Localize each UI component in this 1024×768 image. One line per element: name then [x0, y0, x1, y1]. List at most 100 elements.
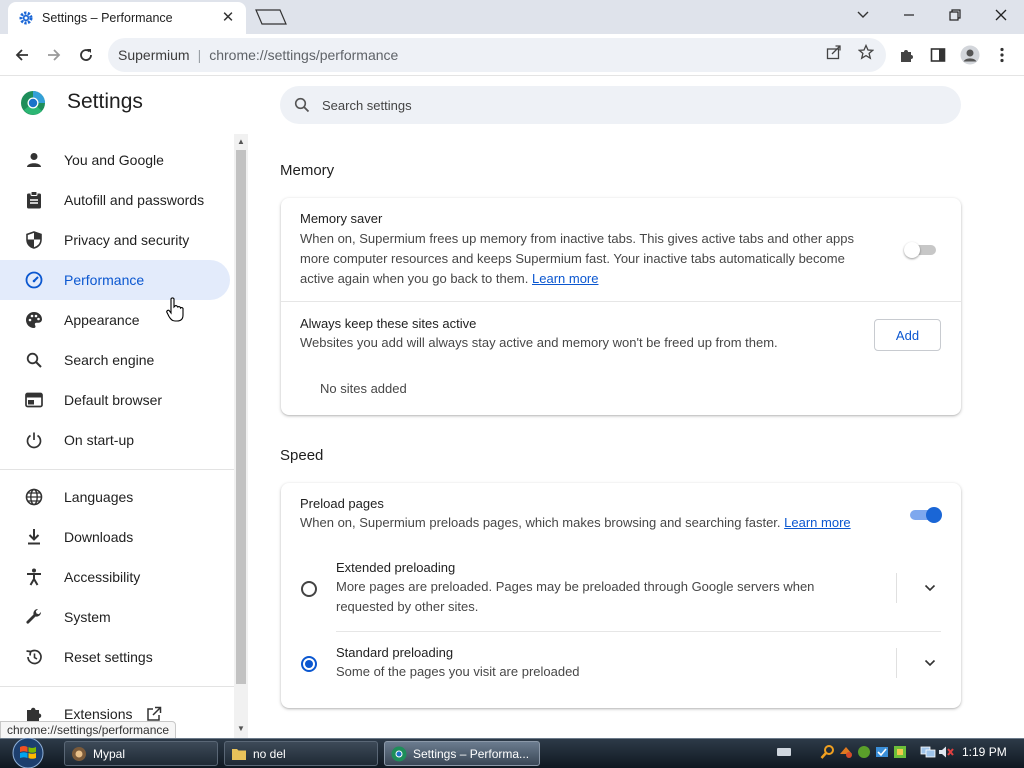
- expand-standard-chevron-icon[interactable]: [920, 653, 940, 673]
- keep-active-description: Websites you add will always stay active…: [300, 335, 778, 350]
- row-divider: [281, 301, 961, 302]
- forward-button[interactable]: [40, 41, 68, 69]
- sidebar-item-label: Privacy and security: [64, 232, 190, 248]
- extended-preloading-radio[interactable]: [301, 581, 317, 597]
- preload-learn-more-link[interactable]: Learn more: [784, 515, 850, 530]
- close-window-button[interactable]: [978, 0, 1024, 30]
- sidebar-item-downloads[interactable]: Downloads: [0, 517, 230, 557]
- magnifier-tray-icon[interactable]: [820, 744, 836, 760]
- start-button[interactable]: [6, 738, 50, 768]
- preload-pages-toggle[interactable]: [908, 507, 942, 523]
- keyboard-icon[interactable]: [776, 744, 792, 760]
- mypal-icon: [72, 746, 86, 761]
- sidebar-item-accessibility[interactable]: Accessibility: [0, 557, 230, 597]
- address-bar[interactable]: Supermium | chrome://settings/performanc…: [108, 38, 886, 72]
- memory-saver-title: Memory saver: [300, 211, 383, 226]
- sidebar-item-system[interactable]: System: [0, 597, 230, 637]
- sidebar-item-languages[interactable]: Languages: [0, 477, 230, 517]
- speedometer-icon: [24, 270, 44, 290]
- taskbar-item-mypal[interactable]: Mypal: [64, 741, 218, 766]
- back-button[interactable]: [8, 41, 36, 69]
- sidebar-item-label: Default browser: [64, 392, 163, 408]
- vertical-separator: [896, 573, 897, 603]
- sidebar-item-label: Performance: [64, 272, 145, 288]
- no-sites-added-text: No sites added: [320, 381, 407, 396]
- tab-search-chevron-icon[interactable]: [840, 0, 886, 30]
- bookmark-star-icon[interactable]: [858, 44, 874, 60]
- sidebar-item-default-browser[interactable]: Default browser: [0, 380, 230, 420]
- sidebar-item-you-and-google[interactable]: You and Google: [0, 140, 230, 180]
- extended-preloading-description: More pages are preloaded. Pages may be p…: [336, 579, 815, 614]
- sidebar-item-autofill[interactable]: Autofill and passwords: [0, 180, 230, 220]
- omnibox-url: chrome://settings/performance: [209, 47, 399, 63]
- tray-app-icon[interactable]: [874, 744, 890, 760]
- memory-saver-learn-more-link[interactable]: Learn more: [532, 271, 598, 286]
- memory-card: Memory saver When on, Supermium frees up…: [281, 198, 961, 415]
- share-icon[interactable]: [826, 44, 842, 60]
- sidebar-item-label: Accessibility: [64, 569, 141, 585]
- settings-sidebar: You and Google Autofill and passwords Pr…: [0, 138, 234, 738]
- omnibox-separator: |: [197, 47, 202, 63]
- restore-button[interactable]: [932, 0, 978, 30]
- taskbar-item-settings[interactable]: Settings – Performa...: [384, 741, 540, 766]
- sidebar-scroll-thumb[interactable]: [236, 150, 246, 684]
- side-panel-icon[interactable]: [928, 45, 948, 65]
- hand-cursor-icon: [166, 297, 184, 322]
- sidebar-item-label: Autofill and passwords: [64, 192, 205, 208]
- browser-tab[interactable]: Settings – Performance ✕: [8, 2, 246, 34]
- tray-app-icon[interactable]: [892, 744, 908, 760]
- settings-search[interactable]: [280, 86, 961, 124]
- globe-icon: [24, 487, 44, 507]
- sidebar-item-reset[interactable]: Reset settings: [0, 637, 230, 677]
- sidebar-item-label: Search engine: [64, 352, 155, 368]
- standard-preloading-description: Some of the pages you visit are preloade…: [336, 664, 580, 679]
- tray-app-icon[interactable]: [856, 744, 872, 760]
- sidebar-item-appearance[interactable]: Appearance: [0, 300, 230, 340]
- network-icon[interactable]: [920, 744, 936, 760]
- preload-pages-title: Preload pages: [300, 496, 384, 511]
- sidebar-item-privacy[interactable]: Privacy and security: [0, 220, 230, 260]
- palette-icon: [24, 310, 44, 330]
- keep-active-title: Always keep these sites active: [300, 316, 477, 331]
- page-title: Settings: [67, 90, 143, 113]
- scroll-up-arrow-icon[interactable]: ▲: [236, 137, 246, 147]
- power-icon: [24, 430, 44, 450]
- sidebar-item-label: Appearance: [64, 312, 140, 328]
- expand-extended-chevron-icon[interactable]: [920, 578, 940, 598]
- reset-icon: [24, 647, 44, 667]
- sidebar-item-performance[interactable]: Performance: [0, 260, 230, 300]
- extended-preloading-title: Extended preloading: [336, 560, 456, 575]
- volume-muted-icon[interactable]: [938, 744, 954, 760]
- reload-button[interactable]: [72, 41, 100, 69]
- sidebar-item-search-engine[interactable]: Search engine: [0, 340, 230, 380]
- taskbar-clock: 1:19 PM: [962, 745, 1007, 759]
- sidebar-item-label: You and Google: [64, 152, 164, 168]
- memory-saver-toggle[interactable]: [904, 242, 938, 258]
- standard-preloading-radio[interactable]: [301, 656, 317, 672]
- shield-icon: [24, 230, 44, 250]
- search-icon: [24, 350, 44, 370]
- profile-avatar-icon[interactable]: [960, 45, 980, 65]
- tray-app-icon[interactable]: [838, 744, 854, 760]
- close-tab-icon[interactable]: ✕: [220, 10, 236, 26]
- browser-icon: [24, 390, 44, 410]
- person-icon: [24, 150, 44, 170]
- sidebar-item-label: Extensions: [64, 706, 133, 722]
- sidebar-item-on-startup[interactable]: On start-up: [0, 420, 230, 460]
- browser-toolbar: Supermium | chrome://settings/performanc…: [0, 34, 1024, 76]
- search-input[interactable]: [322, 97, 922, 113]
- standard-preloading-title: Standard preloading: [336, 645, 454, 660]
- menu-dots-icon[interactable]: [992, 45, 1012, 65]
- scroll-down-arrow-icon[interactable]: ▼: [236, 724, 246, 734]
- new-tab-button[interactable]: [254, 8, 288, 26]
- accessibility-icon: [24, 567, 44, 587]
- taskbar-item-no-del[interactable]: no del: [224, 741, 378, 766]
- sidebar-item-label: Downloads: [64, 529, 134, 545]
- extension-puzzle-icon[interactable]: [896, 45, 916, 65]
- add-site-button[interactable]: Add: [874, 319, 941, 351]
- reload-icon: [80, 49, 92, 61]
- sidebar-item-label: System: [64, 609, 111, 625]
- row-divider: [336, 631, 941, 632]
- minimize-button[interactable]: [886, 0, 932, 30]
- sidebar-item-label: On start-up: [64, 432, 135, 448]
